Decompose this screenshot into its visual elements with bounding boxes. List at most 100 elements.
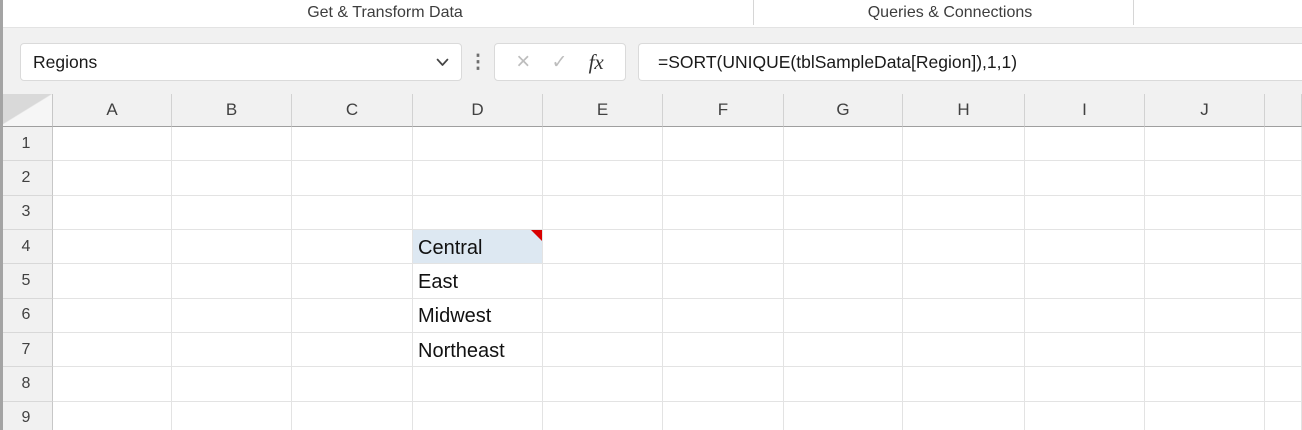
column-header-C[interactable]: C [292,94,413,127]
column-header-H[interactable]: H [903,94,1025,127]
cell-H8[interactable] [903,367,1025,402]
select-all-corner[interactable] [0,94,53,127]
cell-I9[interactable] [1025,401,1145,430]
vertical-dots-icon[interactable]: ⋮ [469,43,488,81]
cell-C5[interactable] [292,264,413,299]
cell-B2[interactable] [172,161,292,196]
column-header-A[interactable]: A [53,94,172,127]
cell-H1[interactable] [903,127,1025,162]
cell-F5[interactable] [663,264,784,299]
cell-H9[interactable] [903,401,1025,430]
cell-D3[interactable] [413,195,543,230]
cell-B4[interactable] [172,229,292,265]
cell-G5[interactable] [784,264,903,299]
cell-H4[interactable] [903,229,1025,265]
row-header-3[interactable]: 3 [0,195,53,230]
cell-C1[interactable] [292,127,413,162]
cell-G2[interactable] [784,161,903,196]
cell-B7[interactable] [172,332,292,368]
column-header-I[interactable]: I [1025,94,1145,127]
cell-J3[interactable] [1145,195,1265,230]
cell-K2[interactable] [1265,161,1302,196]
cell-G6[interactable] [784,298,903,333]
cell-D9[interactable] [413,401,543,430]
cell-J2[interactable] [1145,161,1265,196]
cell-D6[interactable]: Midwest [413,298,543,333]
cell-I2[interactable] [1025,161,1145,196]
cell-I6[interactable] [1025,298,1145,333]
cell-G7[interactable] [784,332,903,368]
cell-B1[interactable] [172,127,292,162]
cell-G1[interactable] [784,127,903,162]
cell-E9[interactable] [543,401,663,430]
cell-D7[interactable]: Northeast [413,332,543,368]
column-header-clipped[interactable] [1265,94,1302,127]
cell-K4[interactable] [1265,229,1302,265]
cell-I5[interactable] [1025,264,1145,299]
cell-K8[interactable] [1265,367,1302,402]
row-header-6[interactable]: 6 [0,298,53,333]
cell-B9[interactable] [172,401,292,430]
cell-H6[interactable] [903,298,1025,333]
cell-I4[interactable] [1025,229,1145,265]
cell-J8[interactable] [1145,367,1265,402]
cell-E3[interactable] [543,195,663,230]
cell-D2[interactable] [413,161,543,196]
cell-C4[interactable] [292,229,413,265]
cell-B8[interactable] [172,367,292,402]
cell-A9[interactable] [53,401,172,430]
cell-F7[interactable] [663,332,784,368]
cell-K3[interactable] [1265,195,1302,230]
cell-C9[interactable] [292,401,413,430]
column-header-F[interactable]: F [663,94,784,127]
cell-H3[interactable] [903,195,1025,230]
cell-J1[interactable] [1145,127,1265,162]
cell-E8[interactable] [543,367,663,402]
cell-D8[interactable] [413,367,543,402]
cell-C3[interactable] [292,195,413,230]
cell-E5[interactable] [543,264,663,299]
cell-A4[interactable] [53,229,172,265]
row-header-8[interactable]: 8 [0,367,53,402]
chevron-down-icon[interactable] [436,58,449,67]
column-header-D[interactable]: D [413,94,543,127]
cell-H7[interactable] [903,332,1025,368]
cell-I3[interactable] [1025,195,1145,230]
cell-K9[interactable] [1265,401,1302,430]
cell-A8[interactable] [53,367,172,402]
cell-J9[interactable] [1145,401,1265,430]
cell-C6[interactable] [292,298,413,333]
cell-E1[interactable] [543,127,663,162]
cell-A1[interactable] [53,127,172,162]
row-header-5[interactable]: 5 [0,264,53,299]
cell-B3[interactable] [172,195,292,230]
cell-C8[interactable] [292,367,413,402]
cell-J5[interactable] [1145,264,1265,299]
cell-F6[interactable] [663,298,784,333]
cell-C2[interactable] [292,161,413,196]
cell-J7[interactable] [1145,332,1265,368]
cancel-button[interactable]: × [516,50,530,74]
cell-D1[interactable] [413,127,543,162]
row-header-7[interactable]: 7 [0,332,53,368]
cell-E7[interactable] [543,332,663,368]
cell-I7[interactable] [1025,332,1145,368]
cell-D4[interactable]: Central [413,229,543,265]
cell-G4[interactable] [784,229,903,265]
enter-button[interactable]: ✓ [551,51,567,74]
cell-J6[interactable] [1145,298,1265,333]
cell-F3[interactable] [663,195,784,230]
name-box[interactable]: Regions [20,43,462,81]
cell-G8[interactable] [784,367,903,402]
cell-F9[interactable] [663,401,784,430]
column-header-J[interactable]: J [1145,94,1265,127]
cell-E4[interactable] [543,229,663,265]
row-header-2[interactable]: 2 [0,161,53,196]
cell-K6[interactable] [1265,298,1302,333]
column-header-G[interactable]: G [784,94,903,127]
cell-H2[interactable] [903,161,1025,196]
cell-B5[interactable] [172,264,292,299]
row-header-9[interactable]: 9 [0,401,53,430]
cell-A2[interactable] [53,161,172,196]
cell-K7[interactable] [1265,332,1302,368]
